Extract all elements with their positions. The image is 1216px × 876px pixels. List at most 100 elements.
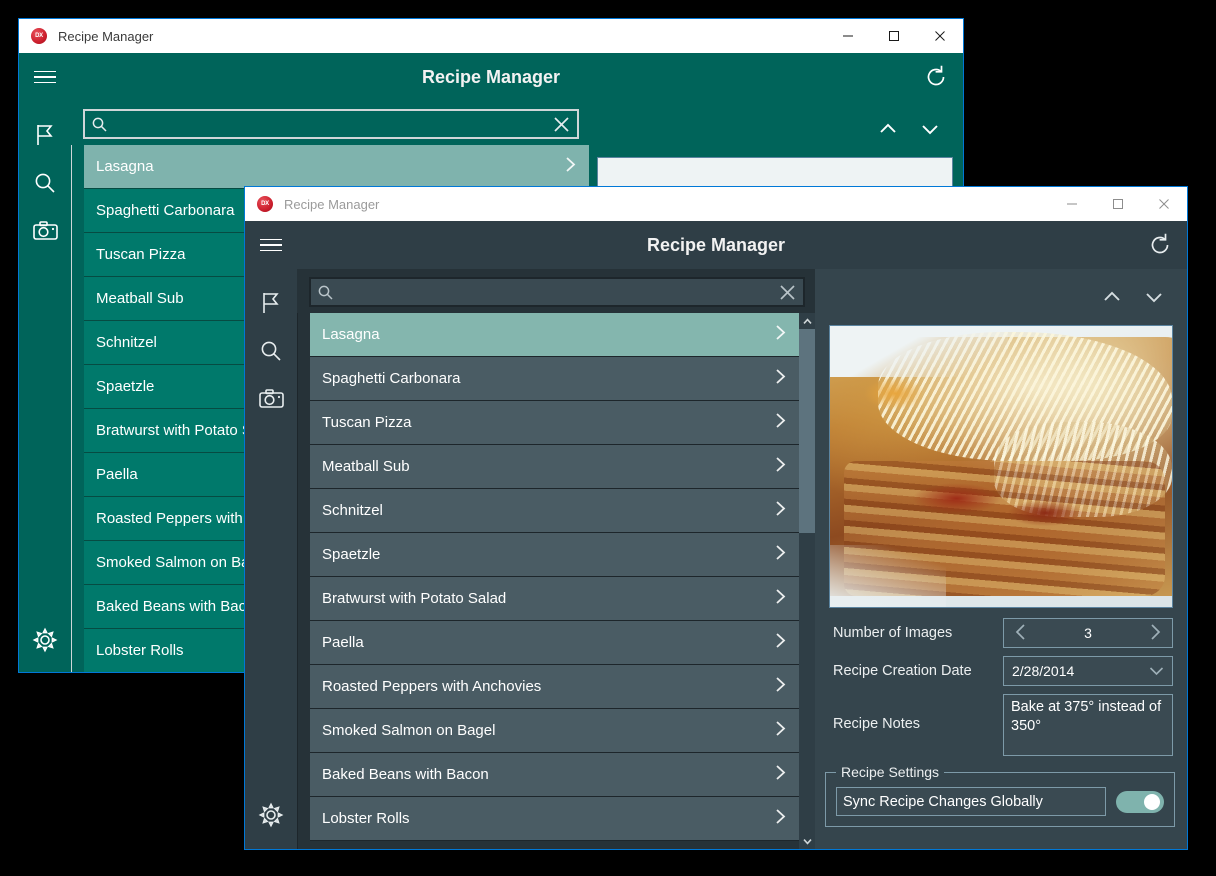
- scrollbar-thumb[interactable]: [799, 329, 815, 533]
- recipe-notes-label: Recipe Notes: [833, 716, 921, 732]
- front-icon-rail: [245, 269, 297, 849]
- list-item[interactable]: Lobster Rolls: [310, 797, 799, 841]
- recipe-manager-window-front[interactable]: Recipe Manager Recipe Manager: [244, 186, 1188, 850]
- maximize-button[interactable]: [871, 19, 917, 53]
- back-search-row: [71, 109, 589, 145]
- chevron-right-icon[interactable]: [774, 632, 787, 653]
- recipe-settings-legend: Recipe Settings: [836, 764, 945, 780]
- list-item[interactable]: Roasted Peppers with Anchovies: [310, 665, 799, 709]
- number-of-images-value: 3: [1084, 625, 1092, 641]
- chevron-right-icon[interactable]: [774, 676, 787, 697]
- list-item-label: Lobster Rolls: [96, 642, 184, 659]
- camera-icon[interactable]: [245, 375, 297, 423]
- front-window-title: Recipe Manager: [284, 196, 380, 212]
- chevron-up-icon[interactable]: [1097, 282, 1127, 312]
- back-icon-rail: [19, 101, 71, 672]
- chevron-down-icon[interactable]: [1149, 663, 1164, 679]
- chevron-right-icon[interactable]: [774, 456, 787, 477]
- front-recipe-list[interactable]: Lasagna Spaghetti Carbonara Tuscan Pizza Me…: [297, 313, 799, 849]
- list-item[interactable]: Meatball Sub: [310, 445, 799, 489]
- chevron-right-icon[interactable]: [774, 368, 787, 389]
- list-item-label: Spaetzle: [322, 546, 381, 563]
- close-button[interactable]: [917, 19, 963, 53]
- minimize-button[interactable]: [1049, 187, 1095, 221]
- chevron-right-icon[interactable]: [774, 808, 787, 829]
- chevron-right-icon[interactable]: [564, 156, 577, 177]
- front-detail-nav: [815, 269, 1187, 325]
- sync-recipe-changes-toggle[interactable]: [1116, 790, 1164, 813]
- list-item[interactable]: Tuscan Pizza: [310, 401, 799, 445]
- refresh-icon[interactable]: [1133, 230, 1187, 260]
- maximize-button[interactable]: [1095, 187, 1141, 221]
- back-titlebar: Recipe Manager: [18, 18, 964, 53]
- back-window-controls: [825, 19, 963, 53]
- list-item[interactable]: Spaghetti Carbonara: [310, 357, 799, 401]
- list-item[interactable]: Bratwurst with Potato Salad: [310, 577, 799, 621]
- scrollbar-track[interactable]: [799, 329, 815, 833]
- chevron-up-icon[interactable]: [873, 114, 903, 144]
- list-item[interactable]: Lasagna: [84, 145, 589, 189]
- back-window-title: Recipe Manager: [58, 28, 154, 44]
- gear-icon[interactable]: [19, 616, 71, 664]
- list-item[interactable]: Smoked Salmon on Bagel: [310, 709, 799, 753]
- list-item-label: Lobster Rolls: [322, 810, 410, 827]
- chevron-right-icon[interactable]: [774, 500, 787, 521]
- chevron-down-icon[interactable]: [915, 114, 945, 144]
- search-input[interactable]: [83, 109, 579, 139]
- recipe-creation-date-field: Recipe Creation Date 2/28/2014: [825, 656, 1173, 686]
- list-item[interactable]: Spaetzle: [310, 533, 799, 577]
- recipe-creation-date-value: 2/28/2014: [1012, 663, 1075, 679]
- number-of-images-label: Number of Images: [833, 625, 953, 641]
- front-search-row: [297, 277, 815, 313]
- front-list-pane: Lasagna Spaghetti Carbonara Tuscan Pizza Me…: [297, 269, 815, 849]
- scroll-up-arrow[interactable]: [802, 313, 812, 329]
- search-input[interactable]: [309, 277, 805, 307]
- recipe-notes-textarea[interactable]: Bake at 375° instead of 350°: [1003, 694, 1173, 756]
- chevron-right-icon[interactable]: [774, 324, 787, 345]
- list-scrollbar[interactable]: [799, 313, 815, 849]
- date-picker[interactable]: 2/28/2014: [1003, 656, 1173, 686]
- back-detail-nav: [589, 101, 963, 157]
- search-icon[interactable]: [245, 327, 297, 375]
- quantity-stepper[interactable]: 3: [1003, 618, 1173, 648]
- list-item[interactable]: Schnitzel: [310, 489, 799, 533]
- search-icon[interactable]: [19, 159, 71, 207]
- chevron-right-icon[interactable]: [774, 720, 787, 741]
- chevron-right-icon[interactable]: [774, 544, 787, 565]
- list-item[interactable]: Lasagna: [310, 313, 799, 357]
- search-icon: [318, 285, 333, 300]
- list-item-label: Meatball Sub: [96, 290, 184, 307]
- list-item-label: Paella: [322, 634, 364, 651]
- list-item-label: Smoked Salmon on Bagel: [322, 722, 496, 739]
- list-item-label: Schnitzel: [96, 334, 157, 351]
- front-titlebar: Recipe Manager: [244, 186, 1188, 221]
- flag-icon[interactable]: [245, 279, 297, 327]
- front-window-controls: [1049, 187, 1187, 221]
- chevron-right-icon[interactable]: [1148, 623, 1162, 644]
- chevron-right-icon[interactable]: [774, 588, 787, 609]
- close-icon: [780, 284, 795, 300]
- list-item-label: Lasagna: [96, 158, 154, 175]
- refresh-icon[interactable]: [909, 62, 963, 92]
- chevron-right-icon[interactable]: [774, 412, 787, 433]
- recipe-photo: [829, 325, 1173, 608]
- number-of-images-field: Number of Images 3: [825, 618, 1173, 648]
- hamburger-menu-icon[interactable]: [245, 238, 297, 252]
- flag-icon[interactable]: [19, 111, 71, 159]
- recipe-notes-field: Recipe Notes Bake at 375° instead of 350…: [825, 694, 1173, 756]
- minimize-button[interactable]: [825, 19, 871, 53]
- scroll-down-arrow[interactable]: [802, 833, 812, 849]
- camera-icon[interactable]: [19, 207, 71, 255]
- back-app-title: Recipe Manager: [421, 66, 561, 87]
- list-item[interactable]: Paella: [310, 621, 799, 665]
- hamburger-menu-icon[interactable]: [19, 70, 71, 84]
- chevron-left-icon[interactable]: [1014, 623, 1028, 644]
- close-button[interactable]: [1141, 187, 1187, 221]
- list-item-label: Spaghetti Carbonara: [96, 202, 235, 219]
- gear-icon[interactable]: [245, 791, 297, 839]
- chevron-down-icon[interactable]: [1139, 282, 1169, 312]
- desktop-background: Recipe Manager Recipe Manager: [0, 0, 1216, 876]
- chevron-right-icon[interactable]: [774, 764, 787, 785]
- close-icon: [554, 116, 569, 132]
- list-item[interactable]: Baked Beans with Bacon: [310, 753, 799, 797]
